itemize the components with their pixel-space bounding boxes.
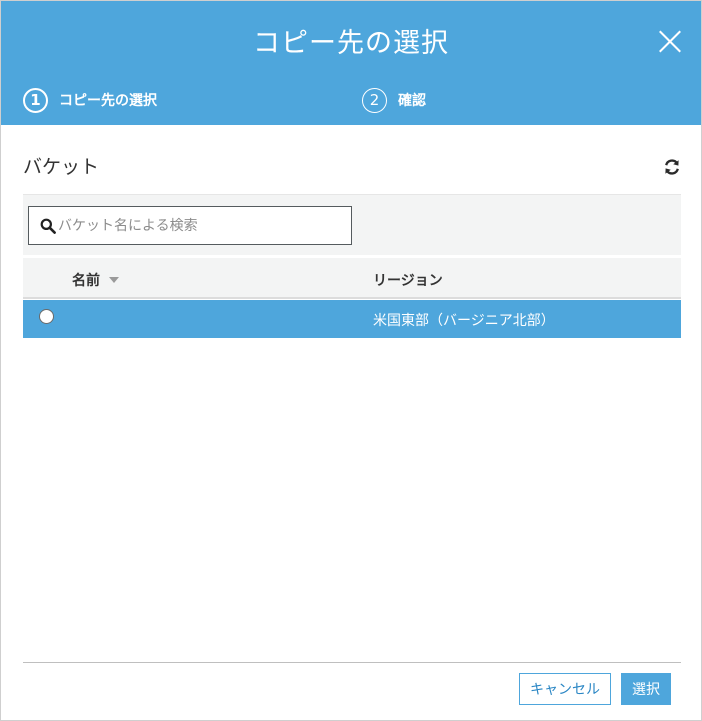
sort-descending-icon xyxy=(109,277,119,283)
step-1-label: コピー先の選択 xyxy=(59,93,157,109)
step-1: 1 コピー先の選択 xyxy=(23,87,157,113)
column-header-name[interactable]: 名前 xyxy=(72,270,119,290)
step-2-number: 2 xyxy=(362,87,387,113)
column-header-name-label: 名前 xyxy=(72,273,100,289)
copy-destination-dialog: コピー先の選択 1 コピー先の選択 2 確認 バケット バケット名による検索 名… xyxy=(0,0,702,721)
select-button[interactable]: 選択 xyxy=(621,673,671,705)
table-header: 名前 リージョン xyxy=(23,258,681,299)
footer-divider xyxy=(23,662,681,663)
step-1-number: 1 xyxy=(23,87,48,113)
search-toolbar xyxy=(23,194,681,255)
cancel-button[interactable]: キャンセル xyxy=(519,673,611,705)
dialog-header: コピー先の選択 1 コピー先の選択 2 確認 xyxy=(1,1,701,125)
dialog-title: コピー先の選択 xyxy=(253,28,449,59)
table-row[interactable]: 米国東部（バージニア北部） xyxy=(23,300,681,338)
search-icon xyxy=(40,218,56,234)
close-icon[interactable] xyxy=(658,29,682,53)
search-input[interactable] xyxy=(58,208,348,243)
row-radio-button[interactable] xyxy=(39,309,54,324)
refresh-icon[interactable] xyxy=(663,158,681,176)
row-region: 米国東部（バージニア北部） xyxy=(373,313,555,329)
column-header-region: リージョン xyxy=(373,273,443,289)
bucket-section-title: バケット xyxy=(23,156,100,178)
step-2: 2 確認 xyxy=(362,87,426,113)
search-box[interactable] xyxy=(28,206,352,245)
step-2-label: 確認 xyxy=(398,93,426,109)
